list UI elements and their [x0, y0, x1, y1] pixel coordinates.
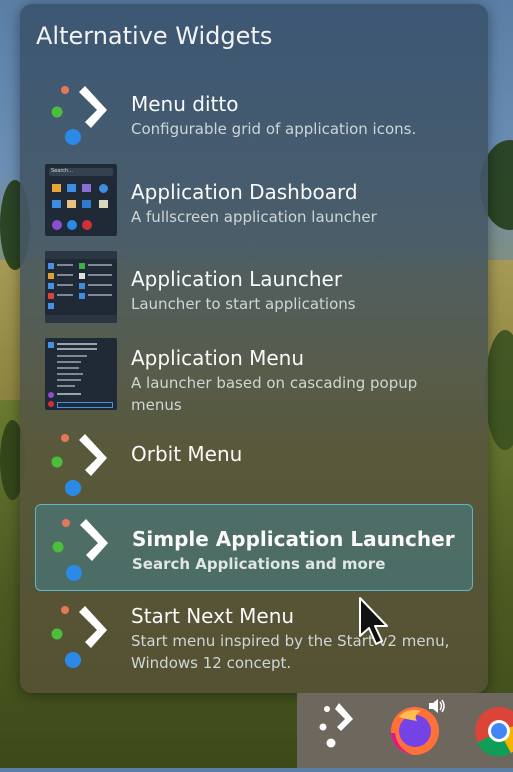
widget-item-menu-ditto[interactable]: Menu ditto Configurable grid of applicat… — [35, 76, 473, 160]
kickoff-logo-icon — [51, 434, 107, 496]
kickoff-logo-icon — [51, 86, 107, 145]
widget-item-description: A fullscreen application launcher — [131, 208, 377, 226]
kickoff-logo-icon — [52, 519, 108, 581]
widget-item-title: Application Dashboard — [131, 180, 358, 204]
kickoff-logo-icon — [319, 703, 353, 748]
widget-item-description: Configurable grid of application icons. — [131, 120, 417, 138]
widget-item-title: Application Launcher — [131, 267, 343, 291]
widget-item-title: Simple Application Launcher — [132, 527, 455, 551]
taskbar-app-launcher-button[interactable] — [297, 693, 369, 768]
alternative-widgets-popup: Alternative Widgets Menu ditto Configura… — [20, 4, 488, 693]
widget-item-start-next-menu[interactable]: Start Next Menu Start menu inspired by t… — [35, 594, 473, 682]
widget-item-title: Start Next Menu — [131, 604, 295, 628]
widget-item-application-launcher[interactable]: Application Launcher Launcher to start a… — [35, 249, 473, 333]
widget-item-simple-application-launcher[interactable]: Simple Application Launcher Search Appli… — [35, 504, 473, 591]
widget-item-description: Launcher to start applications — [131, 295, 356, 313]
popup-title: Alternative Widgets — [36, 22, 273, 50]
launcher-thumbnail — [45, 251, 117, 323]
menu-thumbnail — [45, 338, 117, 410]
widget-item-description: Start menu inspired by the Start v2 menu… — [131, 632, 450, 672]
widget-item-application-menu[interactable]: Application Menu A launcher based on cas… — [35, 336, 473, 424]
widget-item-application-dashboard[interactable]: Search... Application Dashboard A fullsc… — [35, 162, 473, 246]
widget-item-title: Menu ditto — [131, 92, 239, 116]
dashboard-thumbnail: Search... — [45, 164, 117, 236]
taskbar — [297, 693, 513, 768]
speaker-icon — [429, 699, 445, 713]
widget-item-orbit-menu[interactable]: Orbit Menu — [35, 422, 473, 506]
taskbar-firefox-button[interactable] — [377, 693, 449, 768]
kickoff-logo-icon — [51, 606, 107, 668]
widget-item-description: Search Applications and more — [132, 555, 386, 573]
mouse-cursor-icon — [359, 597, 388, 645]
taskbar-chrome-button[interactable] — [465, 693, 513, 768]
widget-item-description: A launcher based on cascading popup menu… — [131, 374, 418, 414]
widget-item-title: Application Menu — [131, 346, 305, 370]
chrome-icon — [475, 707, 513, 757]
widget-item-title: Orbit Menu — [131, 442, 243, 466]
